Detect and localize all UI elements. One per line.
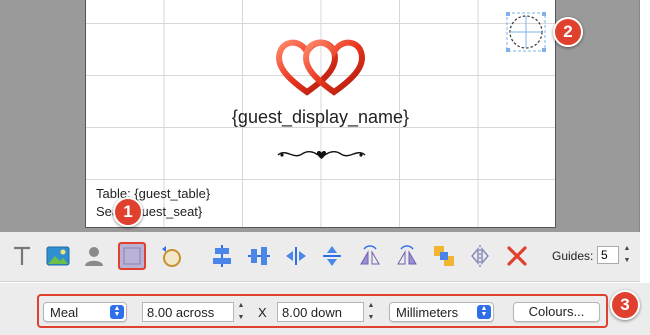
text-tool-button[interactable] <box>8 242 36 270</box>
stepper-down-icon[interactable]: ▼ <box>238 314 245 322</box>
align-vertical-icon <box>248 247 270 265</box>
flip-vertical-button[interactable] <box>393 242 421 270</box>
align-horizontal-icon <box>213 245 231 267</box>
circle-tool-icon <box>162 246 181 267</box>
stepper-down-icon[interactable]: ▼ <box>368 314 375 322</box>
flourish-divider[interactable] <box>274 146 369 164</box>
distribute-vertical-button[interactable] <box>318 242 346 270</box>
workspace: {guest_display_name} Table: {guest_table… <box>0 0 640 232</box>
dimension-separator: X <box>258 305 267 320</box>
distribute-horizontal-button[interactable] <box>282 242 310 270</box>
delete-button[interactable] <box>503 242 531 270</box>
flip-horizontal-button[interactable] <box>356 242 384 270</box>
place-card-canvas[interactable]: {guest_display_name} Table: {guest_table… <box>85 0 556 228</box>
seat-number-field[interactable]: Seat: {guest_seat} <box>96 204 202 219</box>
hearts-graphic[interactable] <box>274 36 369 98</box>
callout-1: 1 <box>113 197 143 227</box>
units-select-value: Millimeters <box>396 305 459 320</box>
symmetry-icon <box>471 245 489 267</box>
stepper-up-icon[interactable]: ▲ <box>368 302 375 310</box>
callout-3: 3 <box>610 290 640 320</box>
rectangle-tool-button[interactable] <box>118 242 146 270</box>
arrange-button[interactable] <box>430 242 458 270</box>
select-arrows-icon: ▲ ▼ <box>110 305 124 319</box>
across-input[interactable]: 8.00 across <box>142 302 234 322</box>
distribute-horizontal-icon <box>286 247 306 265</box>
flip-vertical-icon <box>397 245 417 265</box>
align-vertical-button[interactable] <box>245 242 273 270</box>
text-tool-icon <box>14 246 30 265</box>
image-tool-button[interactable] <box>44 242 72 270</box>
rectangle-tool-icon <box>123 247 141 265</box>
arrange-icon <box>434 246 454 266</box>
stepper-down-icon[interactable]: ▼ <box>624 257 631 265</box>
down-input[interactable]: 8.00 down <box>277 302 364 322</box>
delete-icon <box>507 246 527 266</box>
distribute-vertical-icon <box>323 246 341 266</box>
guides-label: Guides: <box>552 249 594 263</box>
guides-count-input[interactable]: 5 <box>597 246 619 264</box>
layout-select[interactable]: Meal ▲ ▼ <box>43 302 127 322</box>
table-number-field[interactable]: Table: {guest_table} <box>96 186 210 201</box>
circle-shape-selected[interactable] <box>506 12 546 52</box>
flip-horizontal-icon <box>360 245 380 265</box>
guides-stepper[interactable]: ▲ ▼ <box>622 245 632 265</box>
circle-tool-button[interactable] <box>157 242 185 270</box>
guest-name-field[interactable]: {guest_display_name} <box>86 107 555 128</box>
image-tool-icon <box>46 246 70 266</box>
callout-2: 2 <box>553 17 583 47</box>
down-stepper[interactable]: ▲ ▼ <box>366 302 376 322</box>
colours-button[interactable]: Colours... <box>513 302 600 322</box>
across-stepper[interactable]: ▲ ▼ <box>236 302 246 322</box>
align-horizontal-button[interactable] <box>208 242 236 270</box>
symmetry-button[interactable] <box>466 242 494 270</box>
layout-select-value: Meal <box>50 305 79 320</box>
stepper-up-icon[interactable]: ▲ <box>238 302 245 310</box>
seating-plan-editor: {guest_display_name} Table: {guest_table… <box>0 0 650 335</box>
person-tool-button[interactable] <box>80 242 108 270</box>
select-arrows-icon: ▲ ▼ <box>477 305 491 319</box>
layout-options-bar: Meal ▲ ▼ 8.00 across ▲ ▼ X 8.00 down ▲ ▼ Mi… <box>0 283 650 335</box>
tools-toolbar: Guides: 5 ▲ ▼ <box>0 232 640 282</box>
units-select[interactable]: Millimeters ▲ ▼ <box>389 302 494 322</box>
person-tool-icon <box>85 247 103 266</box>
stepper-up-icon[interactable]: ▲ <box>624 245 631 253</box>
